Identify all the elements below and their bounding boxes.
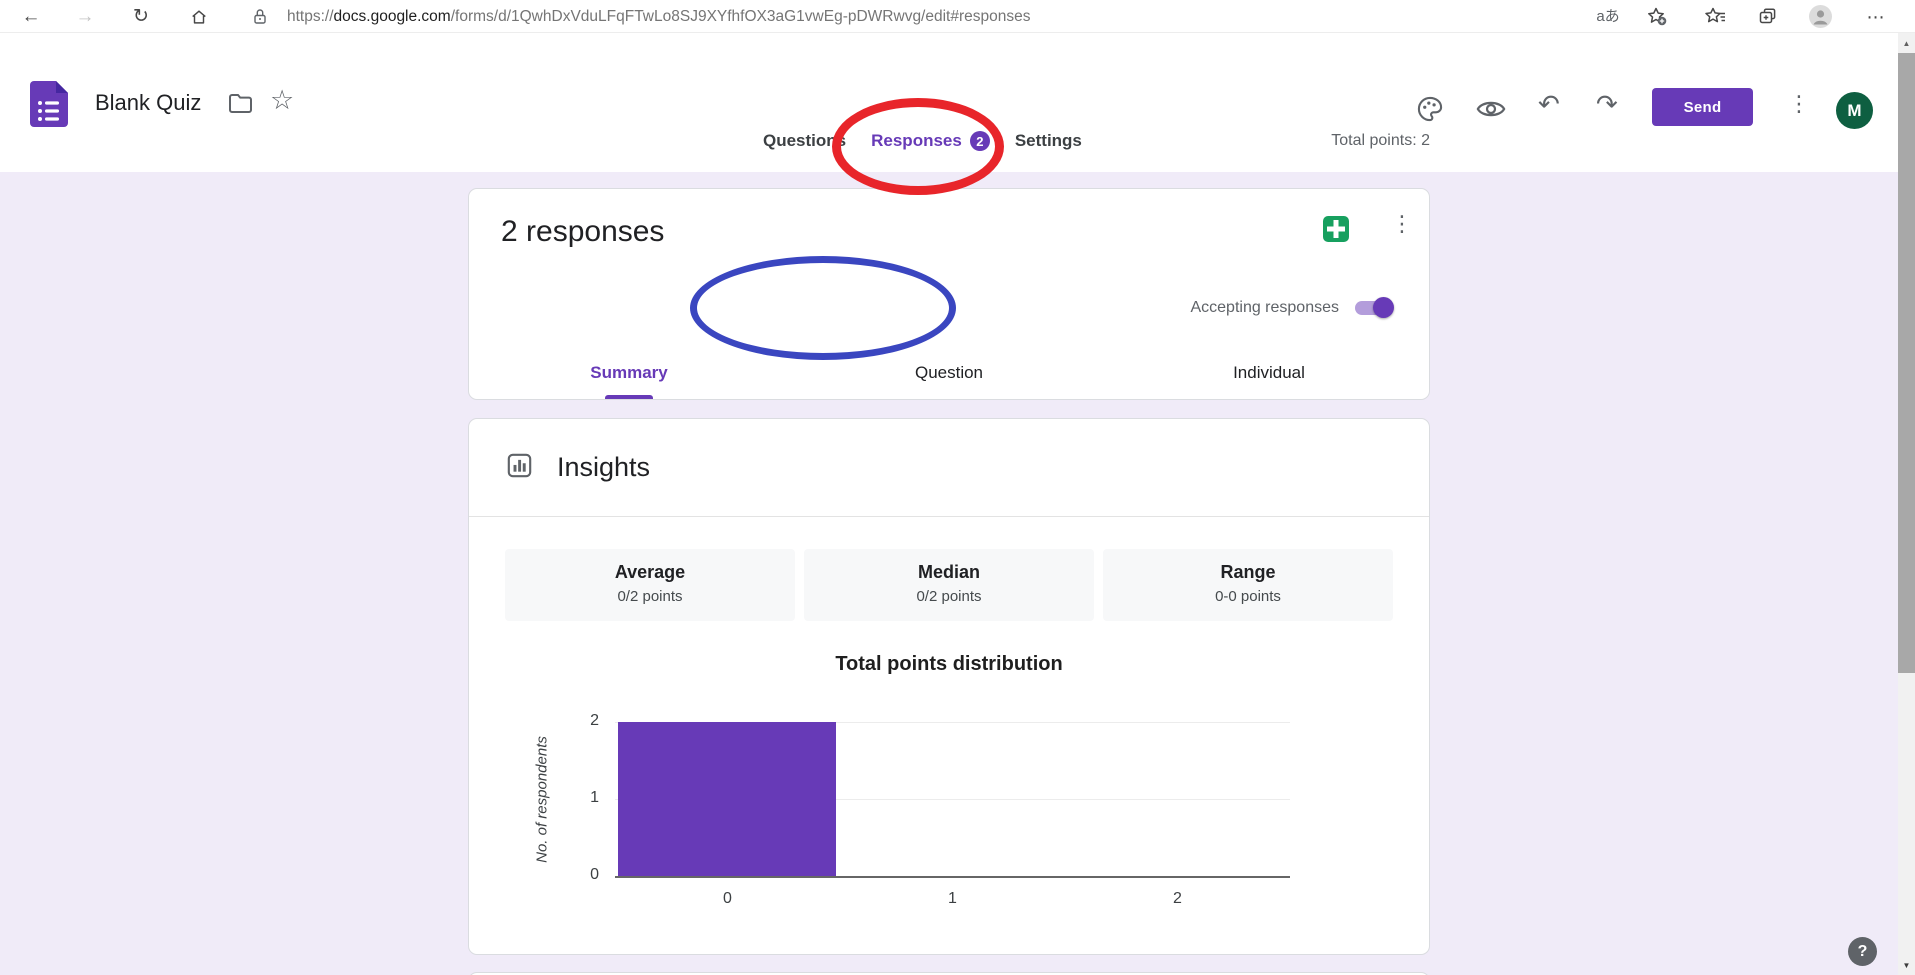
toggle-knob xyxy=(1373,297,1394,318)
stat-median: Median 0/2 points xyxy=(804,549,1094,621)
accepting-responses-row: Accepting responses xyxy=(1190,293,1391,323)
redo-icon[interactable]: ↷ xyxy=(1596,89,1618,120)
tab-settings-label: Settings xyxy=(1015,131,1082,151)
forms-header: Blank Quiz ☆ ↶ ↷ Send ⋮ M xyxy=(0,33,1915,110)
y-tick-1: 1 xyxy=(590,790,599,806)
home-icon[interactable] xyxy=(182,0,216,33)
url-domain: docs.google.com xyxy=(334,8,451,26)
subtab-question[interactable]: Question xyxy=(789,347,1109,399)
browser-toolbar: ← → ↻ https://docs.google.com/forms/d/1Q… xyxy=(0,0,1915,33)
tab-responses[interactable]: Responses 2 xyxy=(871,131,990,151)
theme-palette-icon[interactable] xyxy=(1416,95,1444,128)
responses-count-badge: 2 xyxy=(970,131,990,151)
header-more-icon[interactable]: ⋮ xyxy=(1788,91,1810,117)
insights-title: Insights xyxy=(557,452,650,483)
subtab-summary[interactable]: Summary xyxy=(469,347,789,399)
subtab-individual-label: Individual xyxy=(1233,363,1305,383)
add-favorite-icon[interactable] xyxy=(1638,0,1676,33)
back-icon[interactable]: ← xyxy=(14,0,48,33)
stat-range: Range 0-0 points xyxy=(1103,549,1393,621)
move-folder-icon[interactable] xyxy=(228,93,253,119)
divider xyxy=(469,516,1429,517)
scrollbar[interactable]: ▲ ▼ xyxy=(1898,33,1915,975)
stat-range-label: Range xyxy=(1103,562,1393,583)
account-avatar[interactable]: M xyxy=(1836,92,1873,129)
stat-average-value: 0/2 points xyxy=(505,588,795,605)
address-bar[interactable]: https://docs.google.com/forms/d/1QwhDxVd… xyxy=(287,0,1031,33)
screen: ← → ↻ https://docs.google.com/forms/d/1Q… xyxy=(0,0,1915,975)
undo-icon[interactable]: ↶ xyxy=(1538,89,1560,120)
stat-range-value: 0-0 points xyxy=(1103,588,1393,605)
x-tick-1: 1 xyxy=(948,890,957,908)
tab-settings[interactable]: Settings xyxy=(1015,131,1082,151)
points-distribution-chart: Total points distribution No. of respond… xyxy=(469,639,1429,949)
form-tabs: Questions Responses 2 Settings xyxy=(763,110,1082,172)
chart-plot: No. of respondents Points scored 012012 xyxy=(615,724,1290,878)
profile-avatar-icon[interactable] xyxy=(1802,0,1838,33)
scrollbar-thumb[interactable] xyxy=(1898,53,1915,673)
page-content: 2 responses ⋮ Accepting responses Summar… xyxy=(0,172,1915,975)
insights-chart-icon xyxy=(506,452,533,484)
responses-card: 2 responses ⋮ Accepting responses Summar… xyxy=(468,188,1430,400)
forward-icon[interactable]: → xyxy=(68,0,102,33)
active-subtab-underline xyxy=(605,395,653,399)
create-spreadsheet-icon[interactable] xyxy=(1321,214,1351,244)
x-tick-0: 0 xyxy=(723,890,732,908)
subtab-question-label: Question xyxy=(915,363,983,383)
insights-header: Insights xyxy=(506,419,650,516)
stat-median-label: Median xyxy=(804,562,1094,583)
tab-questions[interactable]: Questions xyxy=(763,131,846,151)
translate-icon[interactable]: aあ xyxy=(1588,0,1628,33)
y-tick-2: 2 xyxy=(590,713,599,729)
form-tab-bar: Questions Responses 2 Settings Total poi… xyxy=(0,110,1915,172)
url-scheme: https:// xyxy=(287,8,334,26)
lock-icon[interactable] xyxy=(248,0,272,33)
score-stats-row: Average 0/2 points Median 0/2 points Ran… xyxy=(505,549,1393,621)
bar-0 xyxy=(618,722,836,876)
responses-count-title: 2 responses xyxy=(501,215,664,249)
tab-responses-label: Responses xyxy=(871,131,962,151)
chart-y-axis-label: No. of respondents xyxy=(534,725,551,875)
insights-card: Insights Average 0/2 points Median 0/2 p… xyxy=(468,418,1430,955)
chart-title: Total points distribution xyxy=(469,653,1429,676)
refresh-icon[interactable]: ↻ xyxy=(124,0,158,33)
subtab-summary-label: Summary xyxy=(590,363,667,383)
browser-menu-icon[interactable]: ⋯ xyxy=(1856,0,1896,33)
forms-logo-icon[interactable] xyxy=(30,81,68,127)
scroll-up-arrow[interactable]: ▲ xyxy=(1898,35,1915,51)
stat-average: Average 0/2 points xyxy=(505,549,795,621)
accepting-responses-label: Accepting responses xyxy=(1190,299,1339,317)
responses-subtabs: Summary Question Individual xyxy=(469,347,1429,399)
stat-median-value: 0/2 points xyxy=(804,588,1094,605)
responses-more-icon[interactable]: ⋮ xyxy=(1385,211,1419,237)
send-button[interactable]: Send xyxy=(1652,88,1753,126)
star-icon[interactable]: ☆ xyxy=(270,85,294,116)
y-tick-0: 0 xyxy=(590,867,599,883)
preview-eye-icon[interactable] xyxy=(1476,95,1506,128)
document-title[interactable]: Blank Quiz xyxy=(95,90,201,116)
subtab-individual[interactable]: Individual xyxy=(1109,347,1429,399)
scroll-down-arrow[interactable]: ▼ xyxy=(1898,957,1915,973)
help-button[interactable]: ? xyxy=(1848,937,1877,966)
collections-icon[interactable] xyxy=(1749,0,1787,33)
x-tick-2: 2 xyxy=(1173,890,1182,908)
favorites-icon[interactable] xyxy=(1696,0,1734,33)
tab-questions-label: Questions xyxy=(763,131,846,151)
stat-average-label: Average xyxy=(505,562,795,583)
url-path: /forms/d/1QwhDxVduLFqFTwLo8SJ9XYfhfOX3aG… xyxy=(451,8,1031,26)
accepting-responses-toggle[interactable] xyxy=(1355,301,1391,315)
